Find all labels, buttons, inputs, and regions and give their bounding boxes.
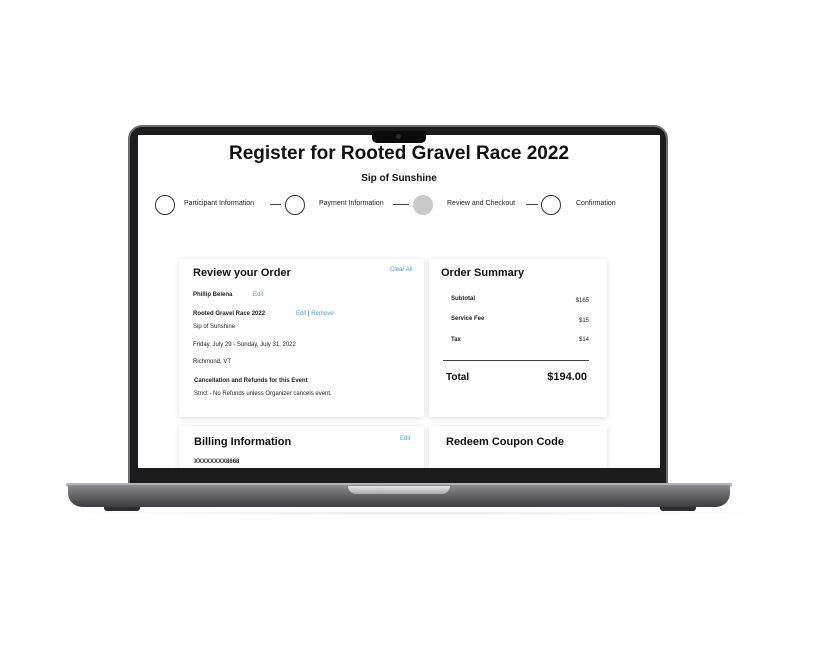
masked-card-number: XXXXXXXX8668: [194, 459, 240, 465]
event-actions: Edit | Remove: [296, 311, 334, 317]
step-2-circle-icon: [285, 195, 305, 215]
event-dates: Friday, July 29 - Sunday, July 31, 2022: [193, 342, 296, 348]
event-location: Richmond, VT: [193, 359, 232, 365]
total-label: Total: [446, 372, 470, 383]
subtotal-label: Subtotal: [451, 296, 475, 302]
participant-edit-link[interactable]: Edit: [253, 292, 263, 298]
participant-name: Phillip Belena: [193, 292, 233, 298]
event-subtitle: Sip of Sunshine: [193, 324, 236, 330]
step-3-circle-icon: [413, 195, 433, 215]
laptop-opening-groove: [348, 486, 450, 494]
review-order-title: Review your Order: [193, 267, 291, 279]
action-separator: |: [308, 311, 310, 317]
laptop-foot-left: [104, 507, 140, 511]
service-fee-label: Service Fee: [451, 316, 485, 322]
billing-edit-link[interactable]: Edit: [400, 436, 410, 442]
redeem-coupon-card: Redeem Coupon Code: [429, 426, 607, 468]
step-2-label: Payment Information: [319, 200, 384, 207]
tax-label: Tax: [451, 337, 461, 343]
step-4-circle-icon: [541, 195, 561, 215]
step-connector: [270, 204, 281, 205]
step-connector: [526, 204, 538, 205]
refund-policy-heading: Cancellation and Refunds for this Event: [194, 378, 308, 384]
review-order-card: Review your Order Clear All Phillip Bele…: [179, 259, 424, 417]
laptop-foot-right: [660, 507, 696, 511]
billing-info-card: Billing Information Edit XXXXXXXX8668: [179, 426, 424, 468]
total-value: $194.00: [547, 371, 587, 383]
event-name: Rooted Gravel Race 2022: [193, 311, 266, 317]
order-summary-title: Order Summary: [441, 267, 525, 279]
billing-info-title: Billing Information: [194, 436, 292, 448]
event-edit-link[interactable]: Edit: [296, 311, 306, 317]
page-subtitle: Sip of Sunshine: [361, 173, 437, 184]
step-1-label: Participant Information: [184, 200, 255, 207]
camera-icon: [396, 134, 401, 139]
order-summary-card: Order Summary Subtotal $165 Service Fee …: [429, 259, 607, 417]
tax-value: $14: [578, 337, 589, 343]
clear-all-link[interactable]: Clear All: [390, 267, 412, 273]
refund-policy-text: Strict - No Refunds unless Organizer can…: [194, 391, 332, 397]
summary-divider: [443, 360, 589, 361]
laptop-shadow: [30, 511, 802, 515]
redeem-coupon-title: Redeem Coupon Code: [446, 436, 564, 448]
step-1-circle-icon: [155, 195, 175, 215]
step-4-label: Confirmation: [576, 200, 616, 207]
laptop-screen: Register for Rooted Gravel Race 2022 Sip…: [138, 135, 660, 468]
step-connector: [393, 204, 409, 205]
subtotal-value: $165: [575, 298, 589, 304]
step-3-label: Review and Checkout: [447, 200, 516, 207]
event-remove-link[interactable]: Remove: [311, 311, 333, 317]
page-title: Register for Rooted Gravel Race 2022: [228, 143, 570, 164]
service-fee-value: $15: [578, 318, 589, 324]
